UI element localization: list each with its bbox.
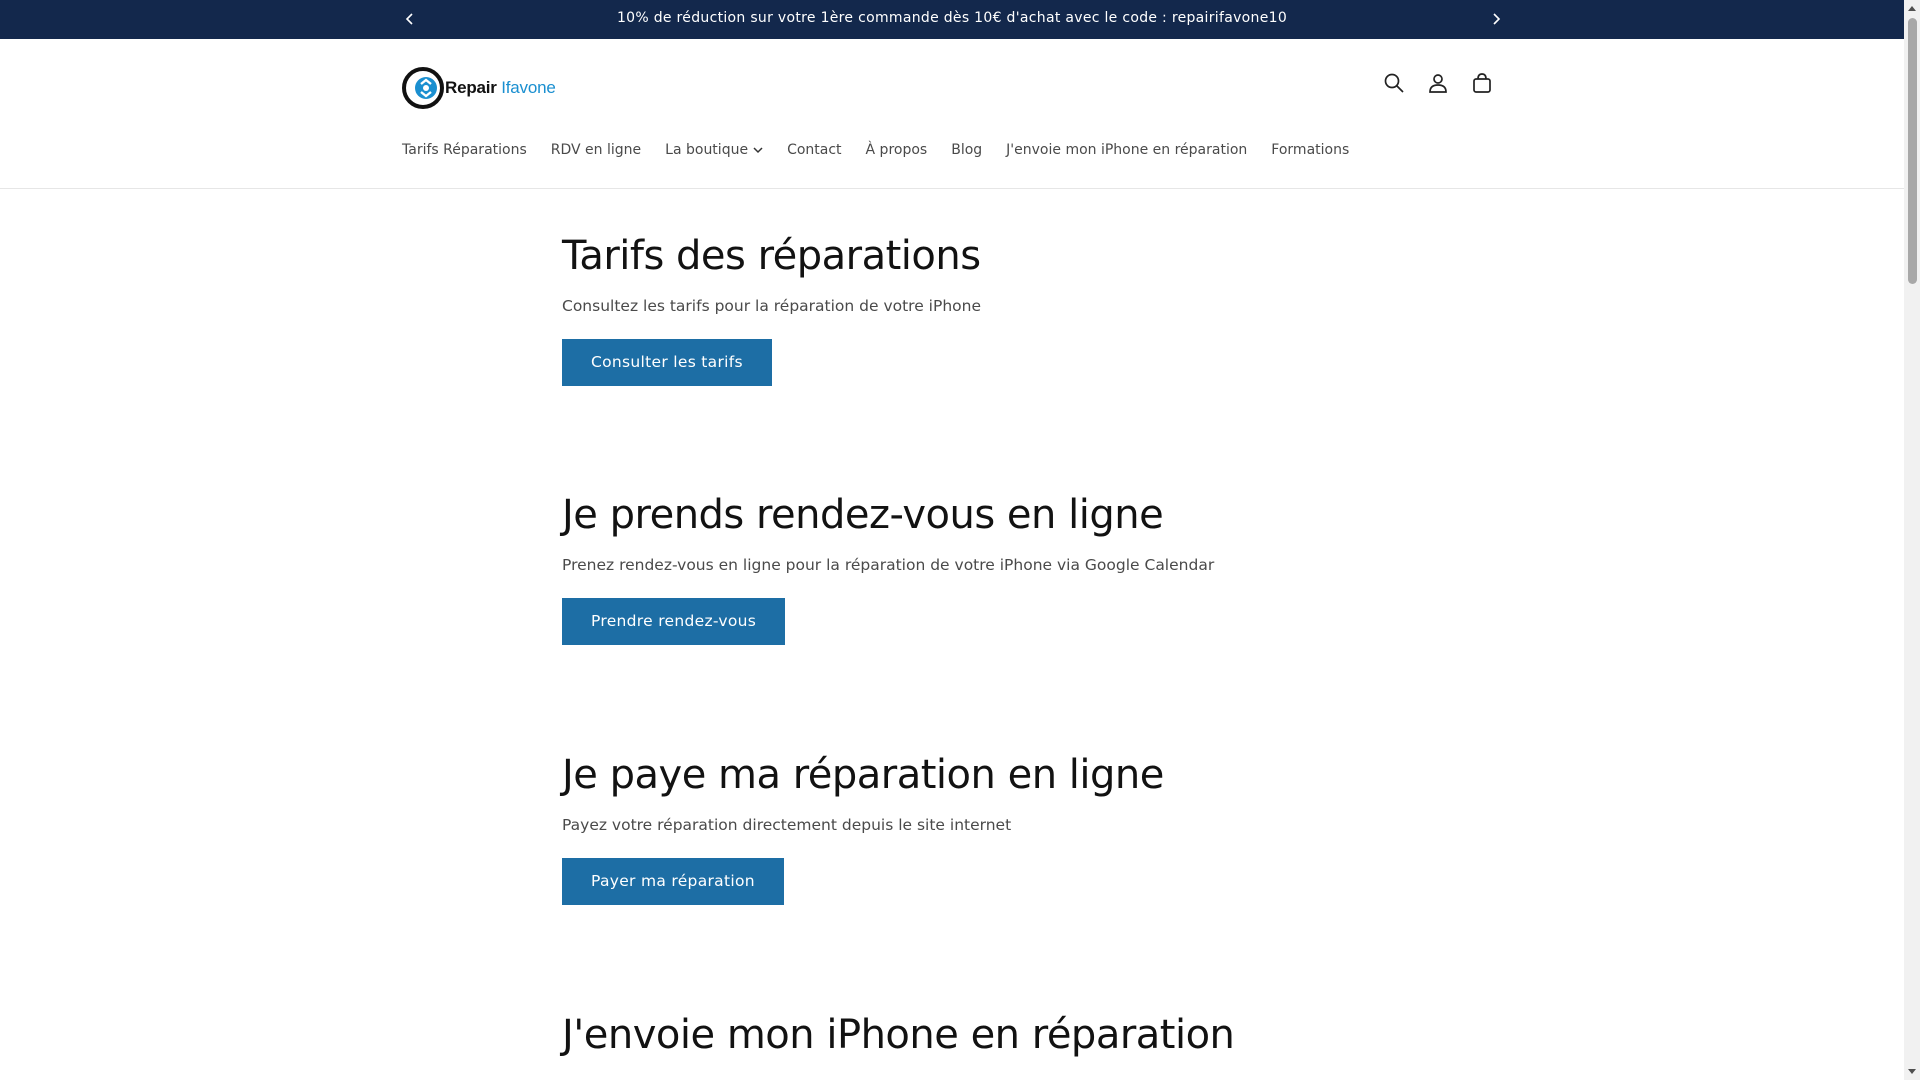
cart-button[interactable] <box>1469 70 1495 96</box>
consulter-tarifs-button[interactable]: Consulter les tarifs <box>562 338 772 386</box>
scroll-up-button[interactable] <box>1904 0 1920 16</box>
section-tarifs: Tarifs des réparations Consultez les tar… <box>562 232 1462 386</box>
nav-item-formations[interactable]: Formations <box>1271 142 1349 158</box>
nav-item-contact[interactable]: Contact <box>787 142 841 158</box>
section-title: J'envoie mon iPhone en réparation <box>562 1012 1235 1058</box>
announcement-bar: 10% de réduction sur votre 1ère commande… <box>0 0 1904 39</box>
section-title: Tarifs des réparations <box>562 233 981 279</box>
nav-item-label: À propos <box>865 142 928 158</box>
section-rdv: Je prends rendez-vous en ligne Prenez re… <box>562 491 1462 645</box>
nav-item-envoi[interactable]: J'envoie mon iPhone en réparation <box>1006 142 1247 158</box>
chevron-down-icon <box>753 146 763 154</box>
main-nav: Tarifs Réparations RDV en ligne La bouti… <box>402 135 1373 165</box>
triangle-up-icon <box>1908 6 1916 11</box>
nav-item-blog[interactable]: Blog <box>951 142 982 158</box>
nav-item-label: J'envoie mon iPhone en réparation <box>1006 142 1248 158</box>
nav-item-apropos[interactable]: À propos <box>866 142 928 158</box>
announcement-text: 10% de réduction sur votre 1ère commande… <box>616 10 1288 26</box>
logo-text-ifavone: Ifavone <box>501 78 556 97</box>
section-text: Payez votre réparation directement depui… <box>562 816 1012 834</box>
section-paiement: Je paye ma réparation en ligne Payez vot… <box>562 751 1462 905</box>
logo-text: Repair Ifavone <box>445 78 556 98</box>
nav-item-label: RDV en ligne <box>550 142 642 158</box>
nav-item-label: Formations <box>1271 142 1350 158</box>
account-icon <box>1429 74 1447 93</box>
section-text: Consultez les tarifs pour la réparation … <box>562 297 981 315</box>
nav-item-boutique[interactable]: La boutique <box>665 142 763 158</box>
site-header: Repair Ifavone Tarifs Réparations RDV en… <box>0 39 1904 189</box>
scroll-down-button[interactable] <box>1904 1064 1920 1080</box>
search-icon <box>1384 73 1404 93</box>
triangle-down-icon <box>1908 1069 1916 1074</box>
recycle-phone-logo-icon <box>402 67 444 109</box>
nav-item-label: Tarifs Réparations <box>402 142 527 158</box>
logo-text-repair: Repair <box>445 78 497 97</box>
cart-icon <box>1473 73 1491 93</box>
page-scrollbar[interactable] <box>1904 0 1920 1080</box>
announcement-next-button[interactable] <box>1485 8 1507 30</box>
prendre-rdv-button[interactable]: Prendre rendez-vous <box>562 597 786 645</box>
section-title: Je prends rendez-vous en ligne <box>562 492 1164 538</box>
nav-item-label: Contact <box>787 142 842 158</box>
site-logo[interactable]: Repair Ifavone <box>402 65 556 111</box>
chevron-right-icon <box>1493 13 1501 25</box>
payer-reparation-button[interactable]: Payer ma réparation <box>562 857 784 905</box>
nav-item-label: Blog <box>951 142 983 158</box>
scroll-thumb[interactable] <box>1908 18 1917 284</box>
nav-item-tarifs[interactable]: Tarifs Réparations <box>402 142 527 158</box>
page: 10% de réduction sur votre 1ère commande… <box>0 0 1904 1080</box>
header-actions <box>1381 70 1495 96</box>
nav-item-label: La boutique <box>665 142 749 158</box>
search-button[interactable] <box>1381 70 1407 96</box>
nav-item-rdv[interactable]: RDV en ligne <box>551 142 641 158</box>
section-text: Prenez rendez-vous en ligne pour la répa… <box>562 556 1215 574</box>
account-button[interactable] <box>1425 70 1451 96</box>
section-title: Je paye ma réparation en ligne <box>562 752 1164 798</box>
section-envoi: J'envoie mon iPhone en réparation <box>562 1011 1462 1059</box>
